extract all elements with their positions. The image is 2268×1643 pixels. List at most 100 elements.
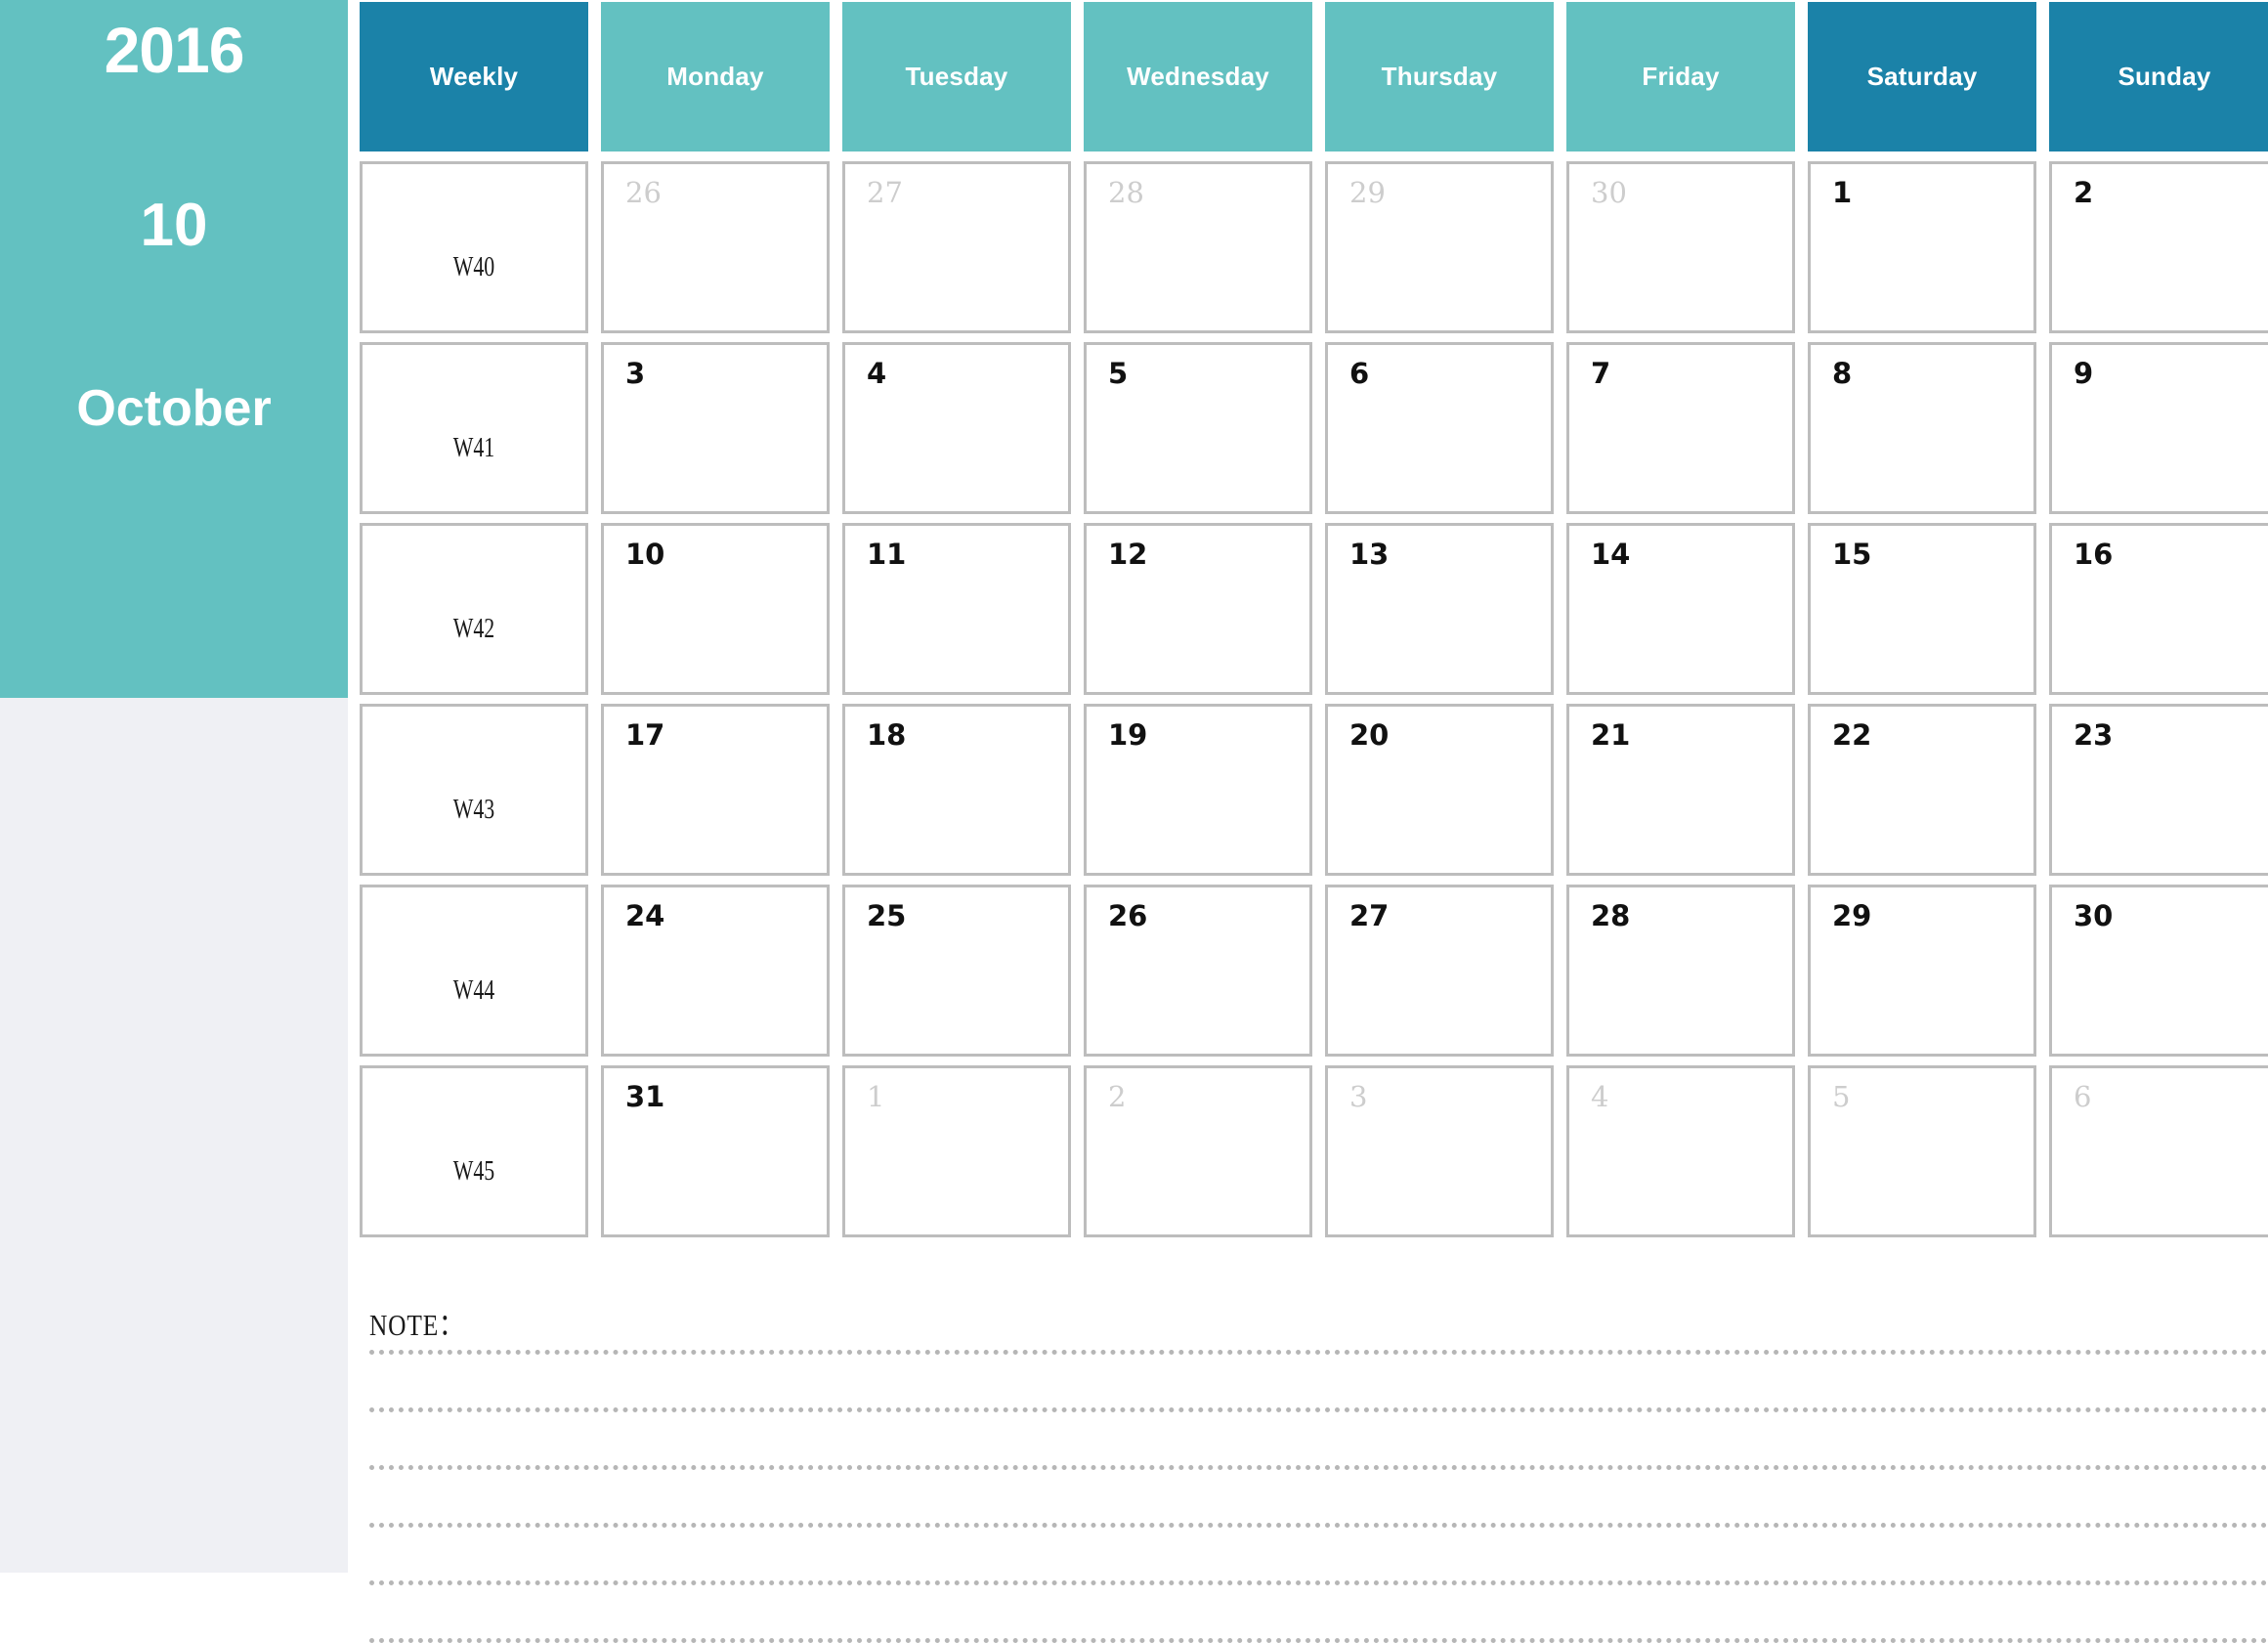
day-cell[interactable]: 1 xyxy=(1808,161,2036,333)
column-header-saturday[interactable]: Saturday xyxy=(1808,2,2036,151)
day-cell[interactable]: 5 xyxy=(1084,342,1312,514)
adjacent-month-date-label: 2 xyxy=(1108,1080,1127,1113)
day-cell[interactable]: 17 xyxy=(601,704,830,876)
day-cell[interactable]: 24 xyxy=(601,885,830,1057)
date-label: 23 xyxy=(2074,718,2114,752)
day-cell[interactable]: 3 xyxy=(601,342,830,514)
adjacent-month-date-label: 6 xyxy=(2074,1080,2092,1113)
column-header-wednesday[interactable]: Wednesday xyxy=(1084,2,1312,151)
date-label: 22 xyxy=(1832,718,1872,752)
column-header-label: Thursday xyxy=(1381,62,1498,91)
day-cell[interactable]: 5 xyxy=(1808,1065,2036,1237)
column-header-thursday[interactable]: Thursday xyxy=(1325,2,1554,151)
week-number-label: W43 xyxy=(452,795,495,825)
week-number-cell[interactable]: W45 xyxy=(360,1065,588,1237)
month-name-label: October xyxy=(76,380,272,437)
day-cell[interactable]: 2 xyxy=(2049,161,2268,333)
adjacent-month-date-label: 27 xyxy=(867,176,903,209)
note-write-line[interactable] xyxy=(369,1580,2268,1585)
day-cell[interactable]: 6 xyxy=(1325,342,1554,514)
note-write-line[interactable] xyxy=(369,1465,2268,1470)
day-cell[interactable]: 30 xyxy=(1566,161,1795,333)
day-cell[interactable]: 27 xyxy=(842,161,1071,333)
date-label: 26 xyxy=(1108,899,1148,932)
day-cell[interactable]: 22 xyxy=(1808,704,2036,876)
week-number-label: W45 xyxy=(452,1156,495,1187)
day-cell[interactable]: 28 xyxy=(1566,885,1795,1057)
date-label: 18 xyxy=(867,718,907,752)
week-number-cell[interactable]: W43 xyxy=(360,704,588,876)
week-row: W42 10 11 12 13 14 15 16 xyxy=(360,523,2268,695)
date-label: 10 xyxy=(625,538,665,571)
day-cell[interactable]: 6 xyxy=(2049,1065,2268,1237)
date-label: 14 xyxy=(1591,538,1631,571)
date-label: 6 xyxy=(1349,357,1370,390)
day-cell[interactable]: 13 xyxy=(1325,523,1554,695)
column-header-monday[interactable]: Monday xyxy=(601,2,830,151)
day-cell[interactable]: 1 xyxy=(842,1065,1071,1237)
date-label: 5 xyxy=(1108,357,1129,390)
day-cell[interactable]: 31 xyxy=(601,1065,830,1237)
day-cell[interactable]: 23 xyxy=(2049,704,2268,876)
week-number-label: W40 xyxy=(452,252,495,282)
column-header-weekly[interactable]: Weekly xyxy=(360,2,588,151)
day-cell[interactable]: 15 xyxy=(1808,523,2036,695)
column-header-sunday[interactable]: Sunday xyxy=(2049,2,2268,151)
day-cell[interactable]: 21 xyxy=(1566,704,1795,876)
week-number-cell[interactable]: W41 xyxy=(360,342,588,514)
day-cell[interactable]: 7 xyxy=(1566,342,1795,514)
week-number-cell[interactable]: W42 xyxy=(360,523,588,695)
adjacent-month-date-label: 26 xyxy=(625,176,662,209)
date-label: 30 xyxy=(2074,899,2114,932)
day-cell[interactable]: 26 xyxy=(601,161,830,333)
date-label: 16 xyxy=(2074,538,2114,571)
day-cell[interactable]: 14 xyxy=(1566,523,1795,695)
date-label: 25 xyxy=(867,899,907,932)
column-header-tuesday[interactable]: Tuesday xyxy=(842,2,1071,151)
date-label: 24 xyxy=(625,899,665,932)
day-cell[interactable]: 10 xyxy=(601,523,830,695)
day-cell[interactable]: 20 xyxy=(1325,704,1554,876)
day-cell[interactable]: 9 xyxy=(2049,342,2268,514)
day-cell[interactable]: 8 xyxy=(1808,342,2036,514)
date-label: 27 xyxy=(1349,899,1390,932)
note-write-line[interactable] xyxy=(369,1523,2268,1528)
adjacent-month-date-label: 5 xyxy=(1832,1080,1851,1113)
day-cell[interactable]: 2 xyxy=(1084,1065,1312,1237)
week-number-cell[interactable]: W44 xyxy=(360,885,588,1057)
week-row: W40 26 27 28 29 30 1 2 xyxy=(360,161,2268,333)
day-cell[interactable]: 26 xyxy=(1084,885,1312,1057)
day-cell[interactable]: 12 xyxy=(1084,523,1312,695)
day-cell[interactable]: 29 xyxy=(1808,885,2036,1057)
day-cell[interactable]: 3 xyxy=(1325,1065,1554,1237)
date-label: 19 xyxy=(1108,718,1148,752)
calendar-header-row: Weekly Monday Tuesday Wednesday Thursday Frid… xyxy=(360,2,2268,151)
date-label: 8 xyxy=(1832,357,1853,390)
date-label: 21 xyxy=(1591,718,1631,752)
day-cell[interactable]: 29 xyxy=(1325,161,1554,333)
day-cell[interactable]: 11 xyxy=(842,523,1071,695)
day-cell[interactable]: 16 xyxy=(2049,523,2268,695)
day-cell[interactable]: 4 xyxy=(842,342,1071,514)
month-number-label: 10 xyxy=(140,192,208,259)
day-cell[interactable]: 30 xyxy=(2049,885,2268,1057)
day-cell[interactable]: 27 xyxy=(1325,885,1554,1057)
column-header-friday[interactable]: Friday xyxy=(1566,2,1795,151)
day-cell[interactable]: 18 xyxy=(842,704,1071,876)
calendar-grid: Weekly Monday Tuesday Wednesday Thursday Frid… xyxy=(360,0,2268,1251)
week-number-label: W42 xyxy=(452,614,495,644)
date-label: 13 xyxy=(1349,538,1390,571)
date-label: 31 xyxy=(625,1080,665,1113)
note-write-line[interactable] xyxy=(369,1350,2268,1355)
date-label: 29 xyxy=(1832,899,1872,932)
date-label: 9 xyxy=(2074,357,2094,390)
week-number-cell[interactable]: W40 xyxy=(360,161,588,333)
day-cell[interactable]: 28 xyxy=(1084,161,1312,333)
day-cell[interactable]: 25 xyxy=(842,885,1071,1057)
note-write-line[interactable] xyxy=(369,1638,2268,1643)
column-header-label: Friday xyxy=(1642,62,1720,91)
day-cell[interactable]: 4 xyxy=(1566,1065,1795,1237)
note-write-line[interactable] xyxy=(369,1407,2268,1412)
day-cell[interactable]: 19 xyxy=(1084,704,1312,876)
date-label: 20 xyxy=(1349,718,1390,752)
